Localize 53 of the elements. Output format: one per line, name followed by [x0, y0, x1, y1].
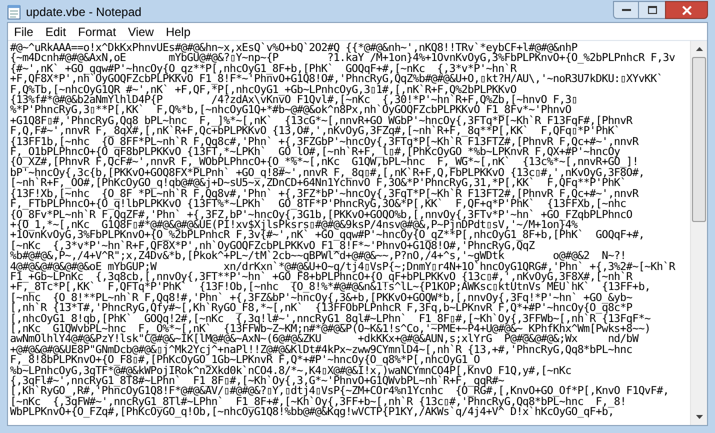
minimize-icon: [622, 8, 630, 12]
code-line: [,Kh`RyGO_,R#,'PhncOyG1Q8!F*@#@&AV/▯#@#@&?▯Y,▯dtj4▯VsP{~ZM+COr4%n1Ycnhc {O_RG#,[,KnvO+GO_Of*P[,KnvO F1QvF#,: [10, 386, 669, 397]
menu-item[interactable]: View: [122, 24, 160, 40]
menu-item[interactable]: Edit: [39, 24, 72, 40]
code-line: awNmOlhlY4@#@&PzY!lsk"C@#@&~IK[lM@#@&~AxN~(6@#@&ZKU +dkKKx+@#@&AUN,s;xlYrG P@#@&@#@&;Wx nd/bW: [10, 334, 638, 345]
code-line: +F,QF8X*P',nh`OyGOQFZcbPLPKKvO F1_8!F*~'PhnvO+G1Q8!O#,'PhncRyG,QqZ%b#@#@&U+O,▯kt?H/AU\,'~noR3U7kDKU:▯XYvKK`: [10, 74, 663, 85]
code-line: F,_8!8bPLPKnvO+{O_F8▯#,[PhKcOyGO_1Gb~LPKnvR F,Q*+#P'~hncOy{O_q8%*P[,nhcOyG1_O: [10, 355, 480, 366]
menu-item[interactable]: Help: [160, 24, 197, 40]
code-line: F1_+Gb~LPnKc {,3q8cb,[,nnvOy{,3FT**P'~hn` +GO_F8+bPLPhncO+{O_qF+bPLPKKvO {13c▯#,',nKvOyG,3F8X#,[~nh`R: [10, 272, 632, 282]
code-line: {#~',nK` +GO_qqw#P'~hncOy{O_qz**P[,nhcOyG1_8F+b,[PhK` GOQqF+#,[~nKc {,3*v*P'~hn`R: [10, 64, 516, 74]
code-line: {13F!Xb,[~nhc {O_8F *PL~nh`R F,Qq8v#,'Phn` +{,3FZ*bP'~hncOy{,3FqT*P[~Kh`R F13FT2#,[PhnvR F,Qc+#~',nnvR: [10, 188, 638, 200]
close-icon: [682, 6, 692, 14]
code-line: {13FF1b,[~nhc {O_8FF*PL~nh`R F,Qq8c#,'Phn` +{,3FZGbP'~hncOy{,3FTq*P[~Kh`R F13FTZ#,[PhnvR F,Qc+#~',nnvR: [10, 136, 638, 148]
code-line: F,_FTbPLPhncO+{O_q!lbPLPKKvO {13FT%*~LPKh` GO_8TF*P'PhncRyG,3O&*P[,KK` F,QF+q*P'PhK` {13FFXb,[~nhc: [10, 199, 626, 210]
code-line: +F,_8Tc*P[,KK` F,QFTq*P'PhK` {13F!Ob,[~nhc {O_8!%*#@#@&n&1!s^lL~{P1KOP;AWKsc▯ktUtnVs MEU`hK` {13FF+b,: [10, 282, 651, 293]
code-line: F,_O1bPLPhncO+{O_qF8bPLPKKvO {13FT,*~LPKh` GO_lO#,[~nh`R+F,_l▯#,[PhKcOyGO_*%b~LPKnvR F,QX+#P'~hncOy: [10, 147, 620, 158]
code-line: %b~LPnhcOyG,3qTF*@#@&kWPojIRok^n2Xkd0k`nCO4.8/*~,K4▯X@#@&I!x,)waNCYmnCO4P[,KnvO F1Q,y#,[~nKc: [10, 366, 572, 376]
code-line: {O_XZ#,[PhnvR F,QcF#~',nnvR F,_WObPLPhncO+{O_*%*~[,nKc G1QW,bPL~hnc F,_WG*~[,nK` {13c%*~[,nnvR+GO_]!: [10, 157, 638, 168]
maximize-icon: [648, 6, 656, 14]
code-line: F,Q%Tb,[~nhcOyG1QR #~',nK` +F,QF,*P[,nhcOyG1_+Gb~LPnhcOyG,3▯1#,[,nK`R+F,Q%2bPLPKKvO: [10, 84, 516, 96]
window-title: update.vbe - Notepad: [26, 4, 142, 20]
close-button[interactable]: [665, 1, 708, 19]
code-line: {~m4Dcnh#@#@&AxN,oE mYbGU@#@&?▯Y~np~{P ?1.kaY /M+1on}4%+1OvnKvOyG,3%FbPLPKnvO+{O_%2bPLPnhcR F,3v: [10, 53, 675, 64]
code-line: %b#@#@&,P~,/4+V^R";x,Z4Dv&*b,[Pkok^+PL~/tM`2cb~~qBPWl^d+@#@&~~,P?nO,/4+^s,'~gWDtk o@#@&2 N~?!: [10, 251, 626, 262]
menu-item[interactable]: Format: [72, 24, 122, 40]
menu-item[interactable]: File: [8, 24, 40, 40]
code-line: WbPLPKnvO+{O_FZq#,[PhKcOyGO_q!Ob,[~nhcOyG1Q8!%bb@#@&Kqg!wVCTP{P1KY,/AKWs`q/4j4+V^ D!x`hKcOyGO_qF+b,: [10, 407, 614, 418]
code-line: 4@#@&@#@&@#@&oE mYbGUP;W xn/drKxn`*@#@&U+O~q/tj4▯VsP{~;DnmY▯r4N+1O`hncOyG1QRG#,'Phn` +{,3%2#~[~Kh`R: [10, 262, 675, 272]
scrollbar[interactable]: [690, 41, 707, 425]
maximize-button[interactable]: [639, 1, 665, 19]
scroll-down-icon: [696, 415, 702, 419]
scroll-up-icon: [696, 47, 702, 51]
code-line: +{O_1,*~[,nKc G1Q8F▯#*@#@&@#@&UE(PI!xv$XjlsPksrs▯#@#@&9ksP/4nsv@#@&,P~PjnDPdt▯sV,'~/M+1on}4%: [10, 220, 578, 230]
code-line: {,3qFl#~',nncRyG1_8T8#~LPhn` F1_8F▯#,[~Kh`Oy{,3,G*~'PhnvO+G1QWvbPL~nh`R+F,_qqR#~: [10, 376, 504, 386]
code-line: {O_8Fv*PL~nh`R F,QqZF#,'Phn` +{,3FZ,bP'~hncOy{,3G1b,[PKKvO+GOQO%b,[,nnvOy{,3FTv*P'~hn` +GO_FZqbPLPhncO: [10, 210, 632, 220]
code-line: {13%f#*@#@&b2aNmYlhlD4P{P /4?zdAx\vKnvO F1Qvl#,[~nKc {,30!*P'~hn`R+F,Q%Zb,[~hnvO F,3▯: [10, 95, 578, 106]
code-line: [,nh`R {13*T#,'PhncRyG,Qfy#~[,Kh`RyGO_F8,*~[,nK` {13FFObPLPnhcR F,3Fq,b~LPKnvR F,Q*+#P'~hncOy{O_q8c*P: [10, 303, 632, 314]
code-line: [~nKc {,3*v*P'~hn`R+F,QF8X*P',nh`OyGOQFZcbPLPKKvO F1_8!F*~'PhnvO+G1Q8!O#,'PhncRyG,QqZ: [10, 240, 535, 252]
code-line: +@#@&@#@&UE8P"GNmDcb@#@&▯j^Mk2Ycj^+naPl!!Z@#@&KlDt#4kPx~zww9CYmnlD4~[,nh`R {13,+#,'PhncRyG,Qq8*bPL~hnc: [10, 344, 632, 356]
code-line: %*P'PhncRyG,3▯**P[,KK` F,Q%*b,[~nhcOyG1Q+*#b~@#@&ok^n8Px,nh`OyGOQFZcbPLPKKvO F1_8Fv*~'PhnvO: [10, 105, 572, 116]
code-line: [~nh`R+F,_OO#,[PhKcOyGO_q!qb@#@&j+D~sU5~x,ZDnCD+64Nn1YchnvO F,3O&*P'PhncRyG,31,*P[,KK` F,QFq**P'PhK`: [10, 178, 626, 189]
code-line: +G1Q8F▯#,'PhncRyG,Qq8 bPL~hnc F,_]%*~[,nK` {13cG*~[,nnvR+GO_WGbP'~hncOy{,3FTq*P[~Kh`R F13FqF#,[PhnvR: [10, 116, 632, 126]
code-line: bP'~hncOy{,3c{b,[PKKvO+GOQ8FX*PLPnh` +GO_q!8#~',nnvR F,_8q▯#,[,nK`R+F,Q,FbPLPKKvO {13c▯#,',nKvOyG,3F8O#,: [10, 168, 644, 178]
code-line: #@~^uRkAAA==o!x^DkKxPhnvUEs#@#@&hn~x,xEsQ`v%O+bQ`2O2#Q {{*@#@&nh~',nKQ8!!TRv`*eybCF+l#@#@&nhP: [10, 43, 578, 54]
code-line: [,nKc G1QWvbPL~hnc F,_O%*~[,nK` {13FFWb~Z~KM;n#*@#@&P(O~K&1!s^Co,'~PME+~P4+U@#@&~_KPhfKhx^Wm[Pwks+8~~): [10, 324, 651, 334]
notepad-icon: [7, 4, 21, 20]
scroll-thumb[interactable]: [692, 57, 706, 222]
code-line: +1OvnKvOyG,3%FbPLPKnvO+{O_%2bPLPnhcR F,3v{#~',nK` +GO_qqw#P'~hncOy{O_qZ**P[,nhcOyG1_8F+b,[PhK` GOQqF+#,: [10, 230, 644, 241]
code-line: [~nKc {,3qFW#~',nncRyG1_8Tl#~LPhn` F1_8F+#,[~Kh`Oy{,3FF+b~[,nh`R {13c▯#,'PhncRyG,Qq8*bPL~hnc F,_8!: [10, 396, 626, 408]
code-line: [,nhcOyG1_8!qb,[PhK` GOQq!2#,[~nKc {,3q!l#~',nncRyG1_8ql#~LPhn` F1_8F▯#,[~Kh`Oy{,3FFWb~[,nh`R {13FqF*~: [10, 314, 651, 324]
minimize-button[interactable]: [613, 1, 639, 19]
code-line: [~nhc {O_8!**PL~nh`R F,Qq8!#,'Phn` +{,3FZ&bP'~hncOy{,3&+b,[PKKvO+GOQW*b,[,nnvOy{,3Fq!*P'~hn` +GO_&yb~: [10, 292, 632, 304]
code-line: F,Q,F#~',nnvR F,_8qX#,[,nK`R+F,Qc+bPLPKKvO {13,O#,',nKvOyG,3FZq#,[~nh`R+F,_8q**P[,KK` F,QFq▯*P'PhK`: [10, 126, 620, 137]
